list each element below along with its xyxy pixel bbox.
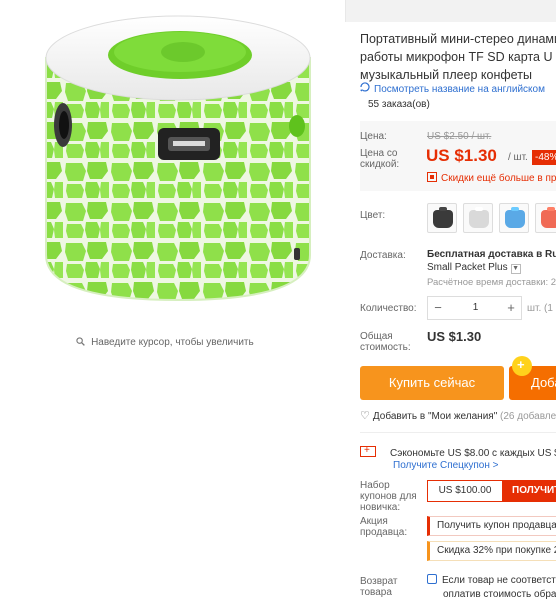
app-discount-text[interactable]: Скидки ещё больше в при (441, 173, 556, 184)
discount-price-label-line: скидкой: (360, 159, 400, 170)
get-coupon-link[interactable]: Получите Спецкупон > (393, 460, 499, 471)
seller-promo-label: Акция продавца: (360, 516, 420, 538)
shipping-label: Доставка: (360, 250, 406, 261)
quantity-input[interactable]: 1 (448, 297, 503, 319)
coupon-icon (360, 445, 376, 457)
quantity-note: шт. (1 шт. (527, 303, 556, 314)
bulk-discount-promo[interactable]: Скидка 32% при покупке 2 (427, 541, 556, 561)
product-title: Портативный мини-стерео динами работы ми… (360, 30, 556, 84)
old-price: US $2.50 / шт. (427, 131, 492, 142)
shipping-destination: Бесплатная доставка в Rus (427, 249, 556, 260)
color-label: Цвет: (360, 210, 386, 221)
quantity-decrease-button[interactable]: − (428, 297, 448, 319)
orders-count: 55 заказа(ов) (368, 99, 430, 110)
shipping-method-select[interactable]: Small Packet Plus ▼ (427, 262, 521, 274)
total-label: Общая стоимость: (360, 331, 411, 353)
total-label-line: Общая (360, 331, 393, 342)
title-line: работы микрофон TF SD карта U ди (360, 50, 556, 64)
savings-line: Сэкономьте US $8.00 с каждых US $ (360, 445, 556, 459)
speaker-thumb-icon (505, 210, 525, 228)
wishlist-text[interactable]: Добавить в "Мои желания" (373, 411, 497, 422)
quantity-label: Количество: (360, 303, 417, 314)
app-discount-line[interactable]: Скидки ещё больше в при (427, 172, 556, 184)
add-to-wishlist-link[interactable]: ♡ Добавить в "Мои желания" (26 добавле (360, 409, 556, 422)
translate-title-link[interactable]: Посмотреть название на английском (360, 82, 545, 95)
discount-badge: -48% (532, 150, 556, 165)
plus-badge-icon (512, 356, 532, 376)
price-label: Цена: (360, 131, 387, 142)
discount-price-label-line: Цена со (360, 148, 398, 159)
product-image[interactable] (18, 0, 323, 305)
divider (360, 432, 556, 433)
color-swatch-black[interactable] (427, 203, 457, 233)
returns-label-line: Возврат (360, 576, 398, 587)
seller-promo-label-line: продавца: (360, 527, 408, 538)
discount-price: US $1.30 (426, 146, 497, 165)
returns-label-line: товара (360, 587, 392, 598)
heart-icon: ♡ (360, 410, 370, 422)
speaker-thumb-icon (541, 210, 556, 228)
new-user-coupon-label-line: Набор (360, 480, 390, 491)
new-user-coupon-label-line: купонов для (360, 491, 417, 502)
translate-link-text[interactable]: Посмотреть название на английском (374, 84, 545, 95)
product-gallery: Наведите курсор, чтобы увеличить (0, 0, 345, 604)
returns-policy-text: Если товар не соответств (442, 575, 556, 586)
zoom-hint: Наведите курсор, чтобы увеличить (0, 337, 330, 349)
shipping-time: Расчётное время доставки: 2 (427, 277, 556, 288)
magnifier-icon (76, 337, 86, 349)
zoom-hint-text: Наведите курсор, чтобы увеличить (91, 337, 254, 348)
color-swatch-red[interactable] (535, 203, 556, 233)
product-info-panel: Портативный мини-стерео динами работы ми… (345, 0, 556, 604)
returns-policy: Если товар не соответств оплатив стоимос… (427, 574, 556, 602)
color-swatch-white[interactable] (463, 203, 493, 233)
quantity-increase-button[interactable]: + (501, 297, 521, 319)
shipping-method-text[interactable]: Small Packet Plus (427, 262, 508, 273)
new-user-coupon-label-line: новичка: (360, 502, 401, 513)
per-unit: / шт. (508, 152, 528, 163)
new-user-coupon-label: Набор купонов для новичка: (360, 480, 420, 513)
get-coupon-button[interactable]: ПОЛУЧИТЕ (502, 480, 556, 502)
savings-text: Сэкономьте US $8.00 с каждых US $ (390, 448, 556, 459)
returns-label: Возврат товара (360, 576, 420, 598)
color-swatch-blue[interactable] (499, 203, 529, 233)
returns-policy-line: Если товар не соответств (427, 574, 556, 588)
buy-now-button[interactable]: Купить сейчас (360, 366, 504, 400)
title-line: Портативный мини-стерео динами (360, 32, 556, 46)
translate-icon (360, 82, 370, 95)
returns-policy-line: оплатив стоимость обратн (443, 589, 556, 600)
speaker-thumb-icon (433, 210, 453, 228)
seller-promo-label-line: Акция (360, 516, 388, 527)
info-icon (427, 574, 437, 584)
discount-price-label: Цена со скидкой: (360, 148, 399, 170)
wishlist-count: (26 добавле (500, 411, 556, 422)
top-bar (345, 0, 556, 22)
total-label-line: стоимость: (360, 342, 411, 353)
seller-coupon-promo[interactable]: Получить купон продавца (427, 516, 556, 536)
coupon-amount: US $100.00 (427, 480, 502, 502)
quantity-stepper: − 1 + (427, 296, 522, 320)
total-price: US $1.30 (427, 329, 482, 344)
qr-code-icon (427, 172, 437, 182)
speaker-thumb-icon (469, 210, 489, 228)
chevron-down-icon[interactable]: ▼ (510, 264, 521, 274)
